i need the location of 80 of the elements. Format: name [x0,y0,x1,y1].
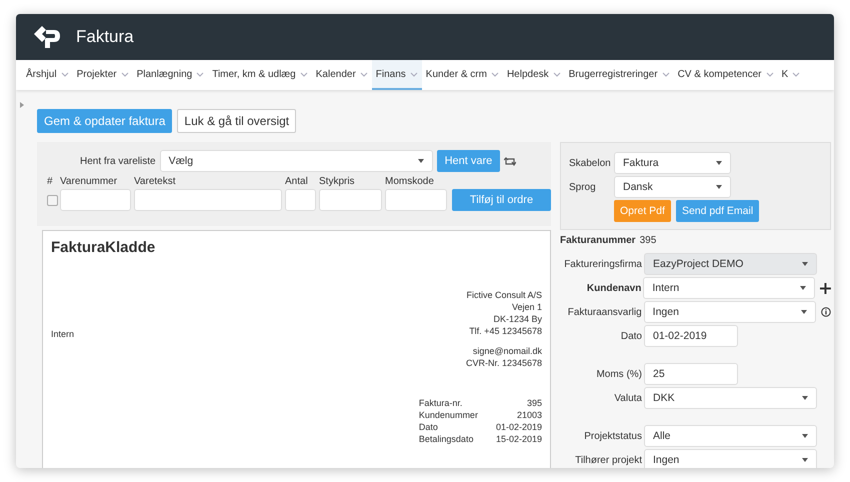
nav-menu-item[interactable]: Årshjul [22,60,73,90]
field-label: Skabelon [569,158,612,168]
chevron-down-icon [60,72,69,76]
field-label: Projektstatus [583,430,642,442]
column-header: Varetekst [134,176,176,187]
info-icon[interactable] [821,307,831,317]
chevron-down-icon [662,72,670,76]
field-label: Sprog [569,182,597,192]
nav-menu-item[interactable]: K [778,60,804,90]
item-input-field[interactable] [60,189,131,211]
chevron-down-icon [300,72,308,76]
item-input-field[interactable] [385,189,447,211]
nav-menu-item[interactable]: Projekter [72,60,133,90]
field-value: 395 [640,235,656,246]
nav-menu-item[interactable]: Finans [372,60,422,90]
select-field[interactable]: Dansk [614,176,731,198]
select-field[interactable]: Alle [644,425,817,447]
sender-line: CVR-Nr. 12345678 [466,358,542,368]
nav-menu-item[interactable]: Brugerregistreringer [564,60,674,90]
sender-line: Fictive Consult A/S [466,290,542,300]
chevron-down-icon [792,72,800,76]
sender-line: DK-1234 By [493,314,542,324]
detail-value: 395 [526,398,542,408]
detail-label: Dato [418,422,439,432]
item-input-field[interactable] [285,189,316,211]
column-header: Varenummer [60,176,118,187]
chevron-down-icon [120,72,129,76]
chevron-down-icon [552,72,561,76]
nav-menu-item[interactable]: CV & kompetencer [674,60,778,90]
select-field[interactable]: Intern [643,277,816,299]
logo-icon [32,24,62,50]
select-field[interactable]: DKK [644,387,817,409]
detail-value: 15-02-2019 [496,434,542,444]
detail-label: Kundenummer [418,410,478,420]
field-label: Fakturaansvarlig [566,306,642,318]
field-label: Tilhører projekt [574,454,642,466]
field-label: Hent fra vareliste [80,156,156,166]
field-label: Valuta [613,392,642,404]
chevron-down-icon [360,72,368,76]
item-input-field[interactable] [319,189,382,211]
invoice-title: FakturaKladde [51,239,156,256]
field-label: Moms (%) [595,368,642,380]
sender-line: Tlf. +45 12345678 [469,326,542,336]
customer-name: Intern [51,329,74,339]
chevron-down-icon [410,72,418,76]
plus-icon[interactable] [820,282,831,294]
action-button[interactable]: Luk & gå til oversigt [177,109,296,133]
field-label: Faktureringsfirma [563,258,642,270]
nav-menu-item[interactable]: Kalender [312,60,372,90]
field-label: Fakturanummer [560,235,636,246]
nav-menu-item[interactable]: Kunder & crm [422,60,503,90]
expand-icon[interactable] [20,102,24,108]
select-field[interactable]: Ingen [644,449,817,468]
chevron-down-icon [196,72,204,76]
detail-label: Faktura-nr. [418,398,464,408]
sender-line: Vejen 1 [512,302,542,312]
page-title: Faktura [76,27,134,47]
field-label: Kundenavn [586,282,642,294]
column-header: # [47,176,54,187]
column-header: Antal [285,176,309,187]
column-header: Stykpris [319,176,356,187]
nav-menu-item[interactable]: Helpdesk [502,60,565,90]
nav-menu-item[interactable]: Timer, km & udlæg [208,60,312,90]
chevron-down-icon [766,72,774,76]
chevron-down-icon [490,72,499,76]
detail-value: 01-02-2019 [496,422,542,432]
item-list-select[interactable]: Vælg [160,150,433,172]
sender-line: signe@nomail.dk [472,346,542,356]
select-field[interactable]: Faktura [614,152,731,174]
field-label: Dato [620,330,642,342]
detail-label: Betalingsdato [418,434,474,444]
input-field[interactable]: 25 [644,363,738,385]
detail-value: 21003 [516,410,542,420]
input-field[interactable]: 01-02-2019 [644,325,738,347]
column-header: Momskode [385,176,435,187]
item-input-field[interactable] [134,189,282,211]
nav-menu-item[interactable]: Planlægning [132,60,208,90]
row-checkbox[interactable] [47,194,58,206]
swap-icon[interactable] [504,156,516,166]
select-field[interactable]: Ingen [644,301,816,323]
